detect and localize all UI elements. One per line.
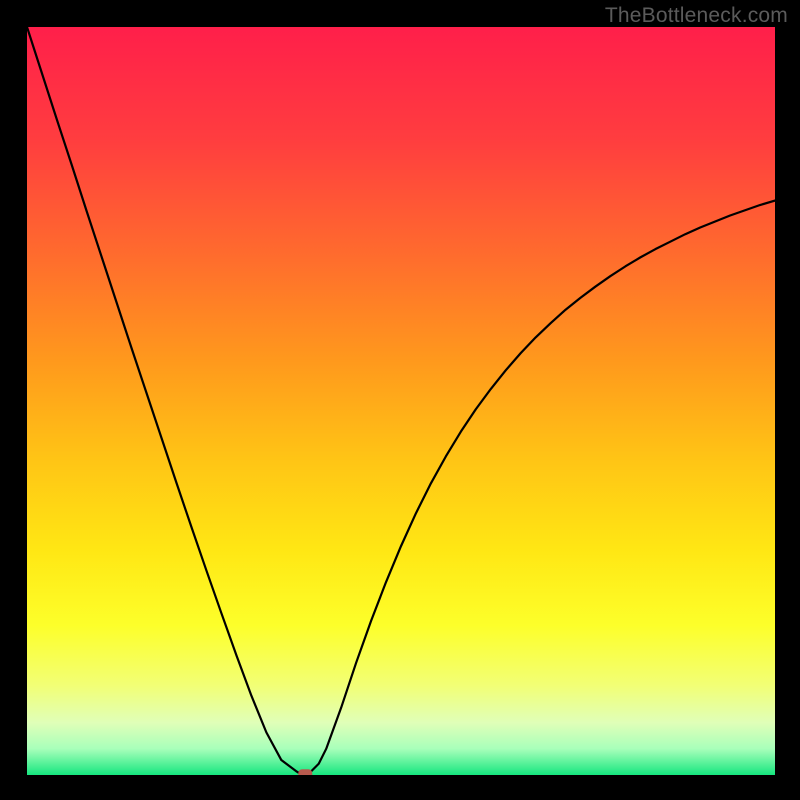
gradient-background: [27, 27, 775, 775]
attribution-label: TheBottleneck.com: [605, 4, 788, 28]
chart-frame: TheBottleneck.com: [0, 0, 800, 800]
chart-svg: [27, 27, 775, 775]
optimal-marker: [298, 769, 312, 775]
plot-area: [27, 27, 775, 775]
